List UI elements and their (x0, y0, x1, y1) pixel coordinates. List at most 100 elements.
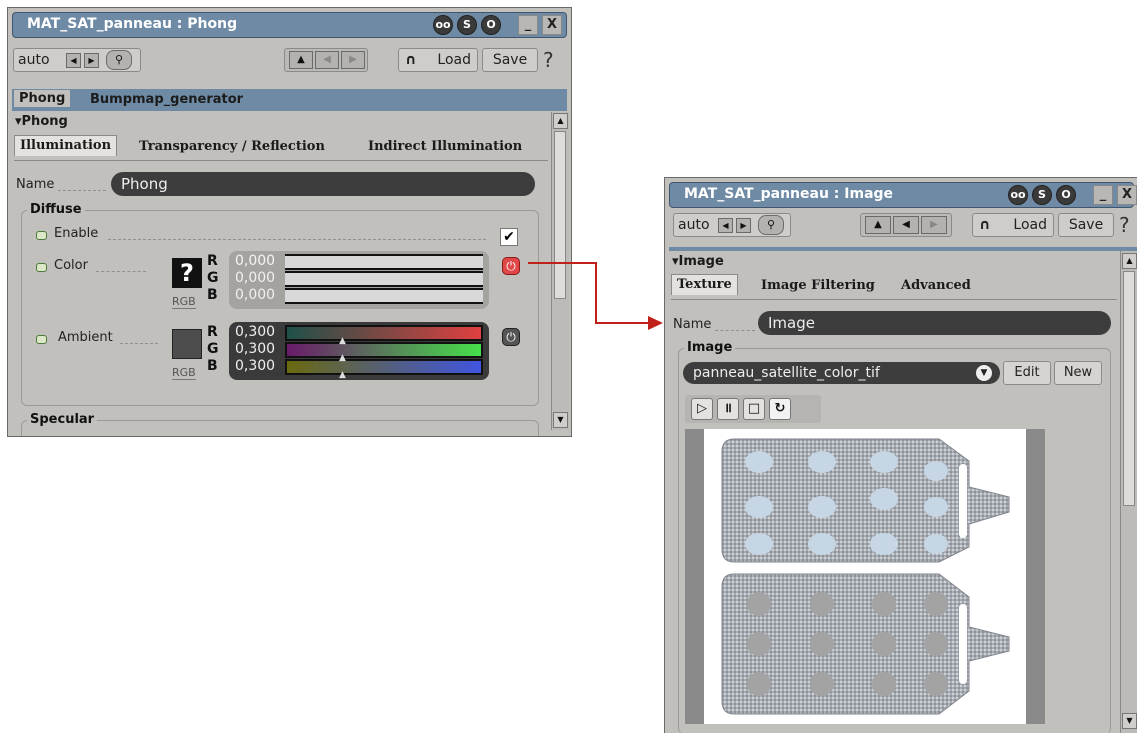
load-icon: ∩ (979, 217, 991, 233)
title-bar[interactable]: MAT_SAT_panneau : Image oo S O _ X (669, 182, 1137, 208)
next-arrow-button[interactable]: ▶ (84, 53, 99, 68)
info-icon[interactable]: O (1056, 185, 1076, 205)
name-label: Name (16, 177, 55, 192)
help-button[interactable]: ? (543, 48, 554, 72)
back-nav-button[interactable]: ◀ (893, 216, 919, 234)
section-header-phong[interactable]: ▾Phong (15, 114, 68, 129)
prev-arrow-button[interactable]: ◀ (718, 218, 733, 233)
ambient-b-slider[interactable] (285, 359, 483, 375)
color-g-slider[interactable] (285, 271, 483, 287)
window-title: MAT_SAT_panneau : Phong (27, 16, 238, 32)
auto-control: auto ◀ ▶ ⚲ (673, 213, 791, 237)
color-mode-button[interactable]: RGB (172, 295, 196, 309)
tab-indirect-illumination[interactable]: Indirect Illumination (368, 139, 522, 154)
channel-label-r: R (207, 253, 218, 269)
view-icon[interactable]: oo (433, 15, 453, 35)
back-nav-button[interactable]: ◀ (315, 51, 339, 69)
ambient-mode-button[interactable]: RGB (172, 366, 196, 380)
key-icon[interactable]: ⚲ (106, 50, 132, 70)
color-r-slider[interactable] (285, 254, 483, 270)
view-icon[interactable]: oo (1008, 185, 1028, 205)
color-channel-box: 0,000 0,000 0,000 (229, 251, 489, 309)
load-button[interactable]: ∩ Load (972, 213, 1054, 237)
close-button[interactable]: X (1117, 185, 1137, 205)
next-arrow-button[interactable]: ▶ (736, 218, 751, 233)
enable-led[interactable] (36, 231, 47, 240)
image-file-name: panneau_satellite_color_tif (693, 365, 880, 381)
phong-subtabs: Illumination Transparency / Reflection I… (14, 135, 548, 161)
tab-transparency-reflection[interactable]: Transparency / Reflection (139, 139, 325, 154)
vertical-scrollbar[interactable]: ▲ ▼ (1120, 251, 1137, 733)
color-g-value[interactable]: 0,000 (235, 270, 275, 286)
ambient-r-slider[interactable] (285, 325, 483, 341)
color-link-plug-icon[interactable]: ⏻ (502, 257, 520, 275)
image-file-select[interactable]: panneau_satellite_color_tif ▼ (683, 362, 1000, 384)
pause-icon[interactable]: ॥ (717, 398, 739, 420)
forward-nav-button[interactable]: ▶ (921, 216, 947, 234)
tab-texture[interactable]: Texture (671, 274, 738, 295)
scroll-down-arrow[interactable]: ▼ (553, 412, 568, 428)
scroll-thumb[interactable] (1123, 271, 1135, 506)
name-field[interactable]: Phong (111, 172, 535, 196)
title-bar[interactable]: MAT_SAT_panneau : Phong oo S O _ X (12, 12, 567, 38)
leader-dots (715, 330, 755, 331)
color-r-value[interactable]: 0,000 (235, 253, 275, 269)
slider-marker-icon[interactable]: ▲ (339, 353, 346, 363)
ambient-b-value[interactable]: 0,300 (235, 358, 275, 374)
play-icon[interactable]: ▷ (691, 398, 713, 420)
image-material-panel: MAT_SAT_panneau : Image oo S O _ X auto … (664, 177, 1137, 733)
tab-advanced[interactable]: Advanced (901, 278, 971, 293)
key-icon[interactable]: ⚲ (758, 215, 784, 235)
load-button[interactable]: ∩ Load (398, 48, 478, 72)
enable-checkbox[interactable]: ✔ (500, 228, 518, 246)
loop-icon[interactable]: ↻ (769, 398, 791, 420)
color-swatch[interactable]: ? (172, 258, 202, 288)
blister-pack-image (721, 438, 1010, 715)
color-b-slider[interactable] (285, 288, 483, 304)
ambient-link-plug-icon[interactable]: ⏻ (502, 328, 520, 346)
scroll-up-arrow[interactable]: ▲ (553, 113, 568, 129)
ambient-led[interactable] (36, 335, 47, 344)
color-led[interactable] (36, 263, 47, 272)
chevron-down-icon[interactable]: ▼ (976, 365, 992, 381)
scroll-up-arrow[interactable]: ▲ (1122, 253, 1137, 269)
prev-arrow-button[interactable]: ◀ (66, 53, 81, 68)
leader-dots (120, 343, 158, 344)
minimize-button[interactable]: _ (518, 15, 538, 35)
stop-icon[interactable]: □ (743, 398, 765, 420)
tab-image-filtering[interactable]: Image Filtering (761, 278, 875, 293)
info-icon[interactable]: O (481, 15, 501, 35)
leader-dots (108, 239, 486, 240)
forward-nav-button[interactable]: ▶ (341, 51, 365, 69)
color-b-value[interactable]: 0,000 (235, 287, 275, 303)
link-arrow-head (648, 316, 663, 330)
section-header-image[interactable]: ▾Image (672, 254, 724, 269)
specular-group-title[interactable]: Specular (27, 412, 98, 427)
tab-phong[interactable]: Phong (14, 90, 71, 107)
network-icon[interactable]: S (1032, 185, 1052, 205)
ambient-g-value[interactable]: 0,300 (235, 341, 275, 357)
tab-bumpmap-generator[interactable]: Bumpmap_generator (90, 92, 243, 107)
save-button[interactable]: Save (482, 48, 538, 72)
name-field[interactable]: Image (758, 311, 1111, 335)
save-button[interactable]: Save (1058, 213, 1114, 237)
auto-button[interactable]: auto (18, 49, 50, 71)
close-button[interactable]: X (542, 15, 562, 35)
tab-illumination[interactable]: Illumination (14, 135, 118, 156)
slider-marker-icon[interactable]: ▲ (339, 370, 346, 380)
scroll-down-arrow[interactable]: ▼ (1122, 713, 1137, 729)
playback-controls: ▷ ॥ □ ↻ (685, 395, 821, 423)
ambient-g-slider[interactable] (285, 342, 483, 358)
edit-button[interactable]: Edit (1003, 361, 1051, 385)
minimize-button[interactable]: _ (1093, 185, 1113, 205)
ambient-swatch[interactable] (172, 329, 202, 359)
network-icon[interactable]: S (457, 15, 477, 35)
up-nav-button[interactable]: ▲ (865, 216, 891, 234)
up-nav-button[interactable]: ▲ (289, 51, 313, 69)
ambient-r-value[interactable]: 0,300 (235, 324, 275, 340)
auto-button[interactable]: auto (678, 214, 710, 236)
help-button[interactable]: ? (1119, 213, 1130, 237)
slider-marker-icon[interactable]: ▲ (339, 336, 346, 346)
channel-label-r: R (207, 324, 218, 340)
new-button[interactable]: New (1054, 361, 1102, 385)
